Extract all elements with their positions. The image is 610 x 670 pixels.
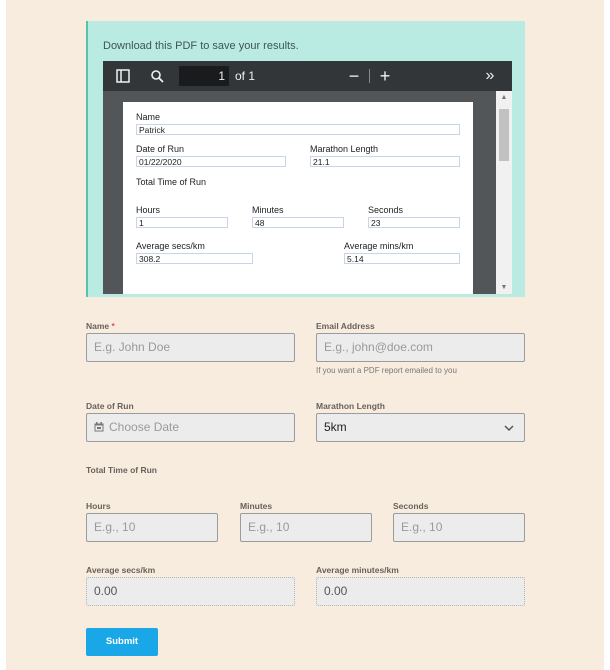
pdf-page: Name Patrick Date of Run 01/22/2020 Mara… <box>123 102 473 294</box>
email-label: Email Address <box>316 321 375 331</box>
date-input[interactable]: Choose Date <box>86 413 295 442</box>
email-input[interactable]: E.g., john@doe.com <box>316 333 525 362</box>
pdf-seconds-field: 23 <box>368 217 460 228</box>
pdf-avg-mins-field: 5.14 <box>344 253 460 264</box>
minutes-label: Minutes <box>240 501 273 511</box>
scrollbar-thumb[interactable] <box>499 109 509 161</box>
pdf-date-field: 01/22/2020 <box>136 156 286 167</box>
avg-secs-label: Average secs/km <box>86 565 156 575</box>
minutes-input[interactable]: E.g., 10 <box>240 513 372 542</box>
date-placeholder: Choose Date <box>109 420 180 434</box>
date-label: Date of Run <box>86 401 134 411</box>
scroll-up-icon[interactable]: ▲ <box>496 94 512 101</box>
sidebar-toggle-icon[interactable] <box>111 61 135 91</box>
pdf-download-panel: Download this PDF to save your results. … <box>86 21 525 297</box>
page-count: of 1 <box>235 69 256 83</box>
hours-input[interactable]: E.g., 10 <box>86 513 218 542</box>
avg-mins-output: 0.00 <box>316 577 525 606</box>
pdf-minutes-label: Minutes <box>252 205 284 215</box>
pdf-total-time-label: Total Time of Run <box>136 177 207 187</box>
more-options-icon[interactable]: » <box>478 61 502 91</box>
pdf-marathon-field: 21.1 <box>310 156 460 167</box>
page-number-input[interactable]: 1 <box>179 66 229 86</box>
required-mark: * <box>111 321 115 331</box>
pdf-date-label: Date of Run <box>136 144 185 154</box>
pdf-hours-label: Hours <box>136 205 161 215</box>
pdf-avg-secs-field: 308.2 <box>136 253 253 264</box>
toolbar-divider <box>369 69 370 83</box>
pdf-avg-mins-label: Average mins/km <box>344 241 414 251</box>
seconds-input[interactable]: E.g., 10 <box>393 513 525 542</box>
marathon-length-value: 5km <box>324 420 347 434</box>
hours-label: Hours <box>86 501 111 511</box>
name-label: Name * <box>86 321 115 331</box>
zoom-out-icon[interactable]: − <box>342 61 366 91</box>
pdf-name-label: Name <box>136 112 161 122</box>
marathon-length-label: Marathon Length <box>316 401 385 411</box>
avg-mins-label: Average minutes/km <box>316 565 399 575</box>
calendar-icon <box>94 422 104 432</box>
name-input[interactable]: E.g. John Doe <box>86 333 295 362</box>
pdf-seconds-label: Seconds <box>368 205 404 215</box>
marathon-length-select[interactable]: 5km <box>316 413 525 442</box>
pdf-name-field: Patrick <box>136 124 460 135</box>
pdf-toolbar: 1 of 1 − + » <box>103 61 512 91</box>
pdf-scrollbar[interactable]: ▲ ▼ <box>496 91 512 294</box>
pdf-hours-field: 1 <box>136 217 228 228</box>
pdf-avg-secs-label: Average secs/km <box>136 241 205 251</box>
pdf-marathon-label: Marathon Length <box>310 144 379 154</box>
zoom-in-icon[interactable]: + <box>373 61 397 91</box>
pdf-viewer[interactable]: 1 of 1 − + » Name Patrick Date of Run 01… <box>103 61 512 294</box>
total-time-label: Total Time of Run <box>86 465 157 475</box>
pdf-minutes-field: 48 <box>252 217 344 228</box>
seconds-label: Seconds <box>393 501 429 511</box>
pdf-download-message: Download this PDF to save your results. <box>103 40 299 52</box>
search-icon[interactable] <box>145 61 169 91</box>
email-hint: If you want a PDF report emailed to you <box>316 366 457 375</box>
submit-button[interactable]: Submit <box>86 628 158 656</box>
chevron-down-icon <box>504 414 514 441</box>
avg-secs-output: 0.00 <box>86 577 295 606</box>
scroll-down-icon[interactable]: ▼ <box>496 284 512 291</box>
